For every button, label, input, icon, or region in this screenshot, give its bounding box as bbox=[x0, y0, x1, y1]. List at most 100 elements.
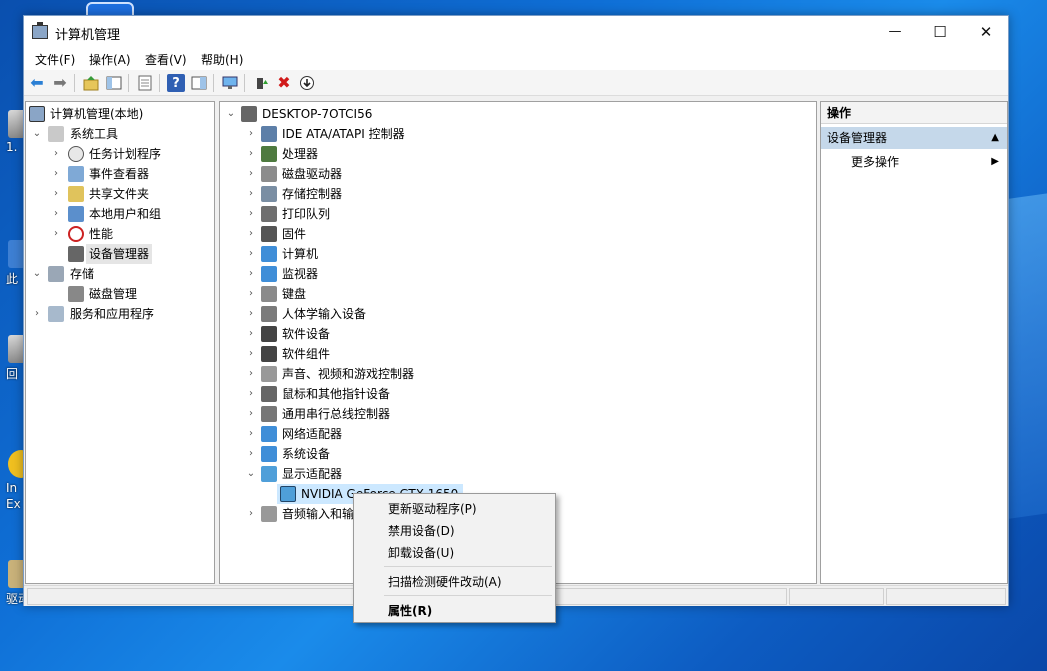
title-bar[interactable]: 计算机管理 — ☐ ✕ bbox=[24, 16, 1008, 48]
device-category-3[interactable]: › 存储控制器 bbox=[220, 184, 816, 204]
download-icon[interactable] bbox=[298, 74, 316, 92]
device-category-9[interactable]: › 人体学输入设备 bbox=[220, 304, 816, 324]
properties-icon[interactable] bbox=[136, 74, 154, 92]
chevron-right-icon[interactable]: › bbox=[246, 504, 256, 524]
device-category-4[interactable]: › 打印队列 bbox=[220, 204, 816, 224]
device-category-12[interactable]: › 声音、视频和游戏控制器 bbox=[220, 364, 816, 384]
device-category-label: 网络适配器 bbox=[282, 427, 343, 441]
chevron-right-icon[interactable]: › bbox=[51, 224, 61, 244]
device-category-icon bbox=[261, 346, 277, 362]
maximize-button[interactable]: ☐ bbox=[917, 16, 963, 48]
tree-item-storage[interactable]: ⌄ 存储 bbox=[26, 264, 214, 284]
monitor-icon[interactable] bbox=[221, 74, 239, 92]
device-category-label: 磁盘驱动器 bbox=[282, 167, 343, 181]
tree-item-services-apps[interactable]: › 服务和应用程序 bbox=[26, 304, 214, 324]
more-actions[interactable]: 更多操作 ▶ bbox=[851, 152, 1001, 172]
device-category-icon bbox=[261, 206, 277, 222]
shared-folder-icon bbox=[68, 186, 84, 202]
tree-root[interactable]: 计算机管理(本地) bbox=[26, 104, 214, 124]
chevron-right-icon[interactable]: › bbox=[246, 124, 256, 144]
chevron-right-icon[interactable]: › bbox=[51, 144, 61, 164]
ctx-properties[interactable]: 属性(R) bbox=[388, 602, 432, 619]
chevron-down-icon[interactable]: ⌄ bbox=[246, 464, 256, 484]
device-category-icon bbox=[261, 266, 277, 282]
minimize-button[interactable]: — bbox=[872, 16, 918, 48]
chevron-right-icon[interactable]: › bbox=[51, 164, 61, 184]
uninstall-icon[interactable]: ✖ bbox=[275, 74, 293, 92]
device-category-13[interactable]: › 鼠标和其他指针设备 bbox=[220, 384, 816, 404]
chevron-down-icon[interactable]: ⌄ bbox=[32, 264, 42, 284]
tree-item-system-tools[interactable]: ⌄ 系统工具 bbox=[26, 124, 214, 144]
tree-item-local-users[interactable]: › 本地用户和组 bbox=[26, 204, 214, 224]
actions-header: 操作 bbox=[821, 102, 1007, 124]
tree-item-task-scheduler[interactable]: › 任务计划程序 bbox=[26, 144, 214, 164]
chevron-right-icon[interactable]: › bbox=[246, 224, 256, 244]
tree-item-disk-management[interactable]: 磁盘管理 bbox=[26, 284, 214, 304]
desktop-icon-1-label: 1. bbox=[6, 140, 18, 154]
device-category-17[interactable]: ⌄ 显示适配器 bbox=[220, 464, 816, 484]
device-category-10[interactable]: › 软件设备 bbox=[220, 324, 816, 344]
chevron-right-icon[interactable]: › bbox=[246, 204, 256, 224]
chevron-right-icon[interactable]: › bbox=[246, 164, 256, 184]
chevron-right-icon[interactable]: › bbox=[246, 384, 256, 404]
toolbar-separator bbox=[74, 74, 75, 92]
tree-item-label: 设备管理器 bbox=[86, 244, 153, 264]
chevron-right-icon[interactable]: › bbox=[246, 424, 256, 444]
device-category-icon bbox=[261, 466, 277, 482]
forward-arrow-icon[interactable]: ➡ bbox=[51, 74, 69, 92]
device-category-2[interactable]: › 磁盘驱动器 bbox=[220, 164, 816, 184]
device-category-11[interactable]: › 软件组件 bbox=[220, 344, 816, 364]
chevron-right-icon[interactable]: › bbox=[246, 404, 256, 424]
chevron-right-icon[interactable]: › bbox=[246, 244, 256, 264]
tree-item-performance[interactable]: › 性能 bbox=[26, 224, 214, 244]
menu-view[interactable]: 查看(V) bbox=[145, 51, 187, 68]
chevron-right-icon[interactable]: › bbox=[246, 264, 256, 284]
chevron-right-icon[interactable]: › bbox=[246, 324, 256, 344]
folder-up-icon[interactable] bbox=[82, 74, 100, 92]
device-category-14[interactable]: › 通用串行总线控制器 bbox=[220, 404, 816, 424]
chevron-right-icon[interactable]: › bbox=[246, 444, 256, 464]
device-computer-root[interactable]: ⌄ DESKTOP-7OTCI56 bbox=[220, 104, 816, 124]
actions-section-device-manager[interactable]: 设备管理器 ▲ bbox=[821, 127, 1007, 149]
device-category-7[interactable]: › 监视器 bbox=[220, 264, 816, 284]
collapse-up-icon[interactable]: ▲ bbox=[991, 127, 999, 149]
device-category-5[interactable]: › 固件 bbox=[220, 224, 816, 244]
device-category-1[interactable]: › 处理器 bbox=[220, 144, 816, 164]
ctx-scan-hardware[interactable]: 扫描检测硬件改动(A) bbox=[388, 573, 502, 590]
chevron-right-icon[interactable]: › bbox=[51, 184, 61, 204]
device-category-label: 软件组件 bbox=[282, 347, 331, 361]
chevron-right-icon[interactable]: › bbox=[32, 304, 42, 324]
chevron-right-icon[interactable]: › bbox=[246, 184, 256, 204]
ctx-disable-device[interactable]: 禁用设备(D) bbox=[388, 522, 455, 539]
close-button[interactable]: ✕ bbox=[963, 16, 1009, 48]
chevron-right-icon[interactable]: › bbox=[246, 144, 256, 164]
menu-file[interactable]: 文件(F) bbox=[35, 51, 75, 68]
help-icon[interactable]: ? bbox=[167, 74, 185, 92]
chevron-down-icon[interactable]: ⌄ bbox=[32, 124, 42, 144]
show-hide-tree-icon[interactable] bbox=[105, 74, 123, 92]
chevron-right-icon[interactable]: › bbox=[246, 344, 256, 364]
update-driver-icon[interactable] bbox=[252, 74, 270, 92]
tree-item-shared-folders[interactable]: › 共享文件夹 bbox=[26, 184, 214, 204]
ctx-uninstall-device[interactable]: 卸载设备(U) bbox=[388, 544, 454, 561]
show-action-pane-icon[interactable] bbox=[190, 74, 208, 92]
device-category-6[interactable]: › 计算机 bbox=[220, 244, 816, 264]
tree-item-event-viewer[interactable]: › 事件查看器 bbox=[26, 164, 214, 184]
device-category-label: 人体学输入设备 bbox=[282, 307, 367, 321]
back-arrow-icon[interactable]: ⬅ bbox=[28, 74, 46, 92]
device-category-8[interactable]: › 键盘 bbox=[220, 284, 816, 304]
menu-action[interactable]: 操作(A) bbox=[89, 51, 131, 68]
device-category-icon bbox=[261, 366, 277, 382]
menu-help[interactable]: 帮助(H) bbox=[201, 51, 243, 68]
device-category-16[interactable]: › 系统设备 bbox=[220, 444, 816, 464]
chevron-right-icon[interactable]: › bbox=[51, 204, 61, 224]
device-category-15[interactable]: › 网络适配器 bbox=[220, 424, 816, 444]
chevron-right-icon[interactable]: › bbox=[246, 364, 256, 384]
ctx-update-driver[interactable]: 更新驱动程序(P) bbox=[388, 500, 477, 517]
chevron-right-icon[interactable]: › bbox=[246, 304, 256, 324]
chevron-down-icon[interactable]: ⌄ bbox=[226, 104, 236, 124]
tree-root-label: 计算机管理(本地) bbox=[50, 107, 144, 121]
tree-item-device-manager[interactable]: 设备管理器 bbox=[26, 244, 214, 264]
device-category-0[interactable]: › IDE ATA/ATAPI 控制器 bbox=[220, 124, 816, 144]
chevron-right-icon[interactable]: › bbox=[246, 284, 256, 304]
